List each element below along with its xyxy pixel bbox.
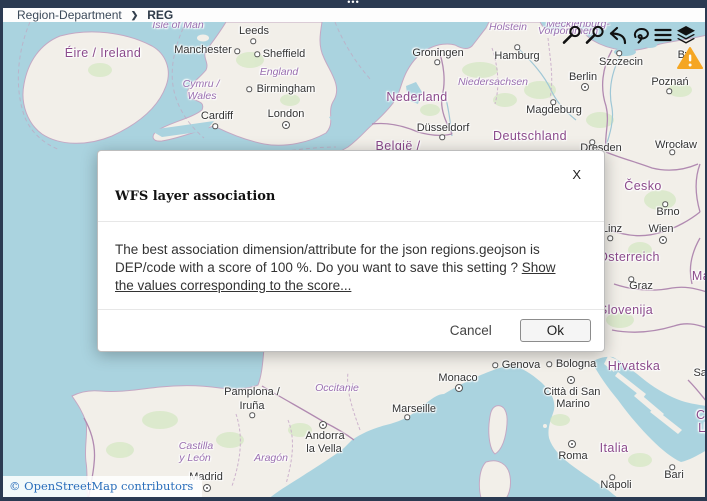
cancel-button[interactable]: Cancel <box>450 323 492 338</box>
magnifier-icon-1[interactable] <box>561 25 581 45</box>
breadcrumb-item-region-department[interactable]: Region-Department <box>17 8 122 22</box>
breadcrumb: Region-Department ❯ REG <box>3 8 705 22</box>
dialog-footer: Cancel Ok <box>98 309 604 351</box>
dialog-message: The best association dimension/attribute… <box>115 242 540 275</box>
osm-attribution[interactable]: © OpenStreetMap contributors <box>3 476 202 497</box>
undo-icon[interactable] <box>607 25 627 45</box>
lasso-select-icon[interactable] <box>630 25 650 45</box>
magnifier-icon-2[interactable] <box>584 25 604 45</box>
dialog-body: The best association dimension/attribute… <box>98 222 594 295</box>
window-drag-handle: ••• <box>347 0 359 7</box>
dialog-title: WFS layer association <box>115 189 275 204</box>
window-frame-bottom <box>0 497 707 501</box>
window-frame-left <box>0 0 3 501</box>
map-toolbar <box>561 25 696 45</box>
close-icon[interactable]: X <box>572 167 581 182</box>
ok-button[interactable]: Ok <box>520 319 591 342</box>
chevron-right-icon: ❯ <box>131 10 139 21</box>
wfs-association-dialog: WFS layer association X The best associa… <box>97 150 605 352</box>
warning-icon[interactable] <box>677 46 703 75</box>
menu-icon[interactable] <box>653 25 673 45</box>
breadcrumb-item-current: REG <box>147 8 173 22</box>
window-titlebar: ••• <box>0 0 707 8</box>
layers-icon[interactable] <box>676 25 696 45</box>
dialog-header: WFS layer association X <box>98 151 604 222</box>
